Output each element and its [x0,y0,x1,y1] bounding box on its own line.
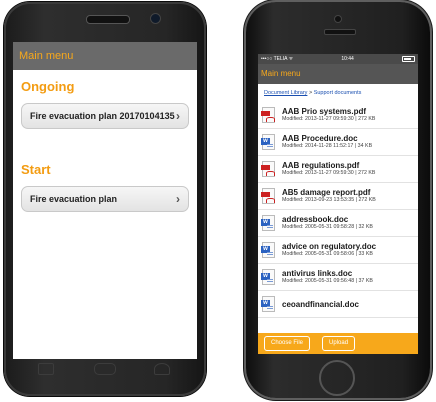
file-row[interactable]: addressbook.doc Modified: 2005-05-31 09:… [258,210,418,237]
upload-button[interactable]: Upload [322,336,356,351]
file-name: addressbook.doc [282,215,349,224]
word-file-icon [261,242,275,258]
file-row[interactable]: AB5 damage report.pdf Modified: 2013-09-… [258,183,418,210]
chevron-right-icon: › [176,192,180,206]
carrier-label: •••○○ TELIA ᯤ [261,56,294,62]
front-camera [334,15,342,23]
choose-file-button[interactable]: Choose File [264,336,311,351]
file-list: AAB Prio systems.pdf Modified: 2013-11-2… [258,102,418,318]
android-phone: Main menu Ongoing Fire evacuation plan 2… [4,2,206,396]
app-title: Main menu [261,69,301,78]
file-name: ceoandfinancial.doc [282,299,359,309]
file-row[interactable]: AAB Prio systems.pdf Modified: 2013-11-2… [258,102,418,129]
file-meta: Modified: 2013-11-27 09:59:30 | 272 KB [282,116,376,122]
section-ongoing-title: Ongoing [21,79,75,94]
file-row[interactable]: ceoandfinancial.doc [258,291,418,318]
speaker-grille [86,15,130,24]
file-meta: Modified: 2005-05-31 09:58:06 | 33 KB [282,251,373,257]
home-icon[interactable] [94,363,116,375]
status-bar: •••○○ TELIA ᯤ 10:44 [258,54,418,64]
menu-item-label: Fire evacuation plan 20170104135 [30,111,175,121]
android-nav-bar [4,360,206,382]
file-name: AAB regulations.pdf [282,161,360,170]
breadcrumb-current: Support documents [313,90,362,96]
menu-item-start-plan[interactable]: Fire evacuation plan › [21,186,189,212]
file-name: antivirus links.doc [282,269,353,278]
iphone: •••○○ TELIA ᯤ 10:44 Main menu Document L… [246,2,430,398]
pdf-file-icon [261,107,275,123]
file-meta: Modified: 2005-05-31 09:56:48 | 37 KB [282,278,373,284]
file-name: advice on regulatory.doc [282,242,377,251]
file-row[interactable]: advice on regulatory.doc Modified: 2005-… [258,237,418,264]
breadcrumb-separator: > [308,90,313,96]
front-camera [150,13,161,24]
breadcrumb-root-link[interactable]: Document Library [264,90,307,96]
menu-item-ongoing-plan[interactable]: Fire evacuation plan 20170104135 › [21,103,189,129]
file-name: AAB Prio systems.pdf [282,107,367,116]
status-time: 10:44 [341,56,354,62]
home-button[interactable] [319,360,355,396]
android-screen: Main menu Ongoing Fire evacuation plan 2… [13,42,197,359]
file-row[interactable]: antivirus links.doc Modified: 2005-05-31… [258,264,418,291]
recent-apps-icon[interactable] [38,363,54,375]
pdf-file-icon [261,161,275,177]
word-file-icon [261,269,275,285]
upload-toolbar: Choose File Upload [258,333,418,354]
file-meta: Modified: 2014-11-28 11:52:17 | 34 KB [282,143,373,149]
app-bar: Main menu [258,64,418,84]
back-icon[interactable] [154,363,170,375]
file-row[interactable]: AAB regulations.pdf Modified: 2013-11-27… [258,156,418,183]
iphone-screen: •••○○ TELIA ᯤ 10:44 Main menu Document L… [258,54,418,354]
chevron-right-icon: › [176,109,180,123]
word-file-icon [261,134,275,150]
file-row[interactable]: AAB Procedure.doc Modified: 2014-11-28 1… [258,129,418,156]
word-file-icon [261,296,275,312]
battery-icon [402,56,415,62]
menu-item-label: Fire evacuation plan [30,194,118,204]
file-name: AAB Procedure.doc [282,134,358,143]
speaker-grille [324,29,356,35]
word-file-icon [261,215,275,231]
file-meta: Modified: 2005-05-31 09:58:28 | 32 KB [282,224,373,230]
app-title: Main menu [19,50,74,62]
file-meta: Modified: 2013-09-23 13:53:35 | 272 KB [282,197,376,203]
pdf-file-icon [261,188,275,204]
app-bar: Main menu [13,42,197,70]
file-meta: Modified: 2013-11-27 09:59:30 | 272 KB [282,170,376,176]
section-start-title: Start [21,162,51,177]
breadcrumb: Document Library > Support documents [258,84,418,102]
file-name: AB5 damage report.pdf [282,188,371,197]
